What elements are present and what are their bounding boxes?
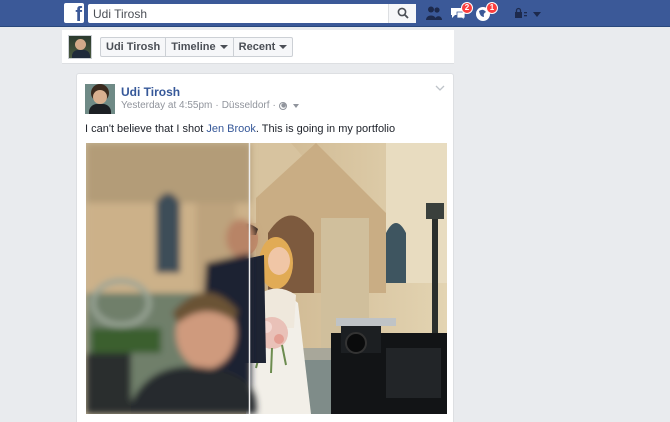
search-button[interactable] [388, 4, 416, 23]
tagged-person-link[interactable]: Jen Brook [206, 123, 256, 135]
recent-label: Recent [238, 41, 276, 53]
post-location-link[interactable]: Düsseldorf [222, 100, 270, 111]
timeline-label: Timeline [171, 41, 216, 53]
logo-letter: f [75, 4, 82, 23]
post-timestamp-link[interactable]: Yesterday at 4:55pm [121, 100, 212, 111]
search-icon [397, 7, 409, 19]
timeline-header-strip: Udi Tirosh Timeline Recent [62, 30, 454, 64]
messages-icon[interactable]: 2 [449, 2, 473, 22]
post-text-end: . This is going in my portfolio [255, 123, 396, 135]
facebook-logo-icon[interactable]: f [64, 3, 84, 23]
timeline-dropdown[interactable]: Timeline [166, 38, 234, 56]
post-author-link[interactable]: Udi Tirosh [121, 85, 180, 99]
avatar[interactable] [68, 35, 92, 59]
profile-name-button[interactable]: Udi Tirosh [101, 38, 167, 56]
search-box [88, 4, 416, 23]
audience-globe-icon[interactable] [278, 101, 287, 110]
privacy-shortcuts-icon[interactable] [512, 7, 542, 21]
chevron-down-icon [279, 45, 288, 49]
profile-name-label: Udi Tirosh [106, 41, 161, 53]
post-meta: Yesterday at 4:55pm · Düsseldorf · [121, 100, 299, 111]
friend-requests-icon[interactable] [425, 5, 443, 22]
post-card: Udi Tirosh Yesterday at 4:55pm · Düsseld… [76, 73, 454, 422]
notifications-icon[interactable]: 1 [474, 2, 498, 22]
post-options-chevron-icon[interactable] [435, 85, 445, 91]
right-column [462, 27, 670, 422]
timeline-button-group: Udi Tirosh Timeline Recent [100, 37, 294, 57]
meta-separator: · [215, 100, 219, 111]
recent-dropdown[interactable]: Recent [234, 38, 293, 56]
post-text: I can't believe that I shot Jen Brook. T… [85, 123, 395, 135]
post-text-start: I can't believe that I shot [85, 123, 207, 135]
messages-badge: 2 [461, 2, 473, 14]
chevron-down-icon [219, 45, 228, 49]
post-photo[interactable] [86, 143, 447, 414]
avatar[interactable] [85, 84, 115, 114]
top-navigation-bar: f 2 1 [0, 0, 670, 27]
search-input[interactable] [88, 4, 388, 23]
notifications-badge: 1 [486, 2, 498, 14]
meta-separator: · [272, 100, 276, 111]
account-menu-icon[interactable] [533, 12, 541, 17]
chevron-down-icon[interactable] [292, 103, 299, 108]
